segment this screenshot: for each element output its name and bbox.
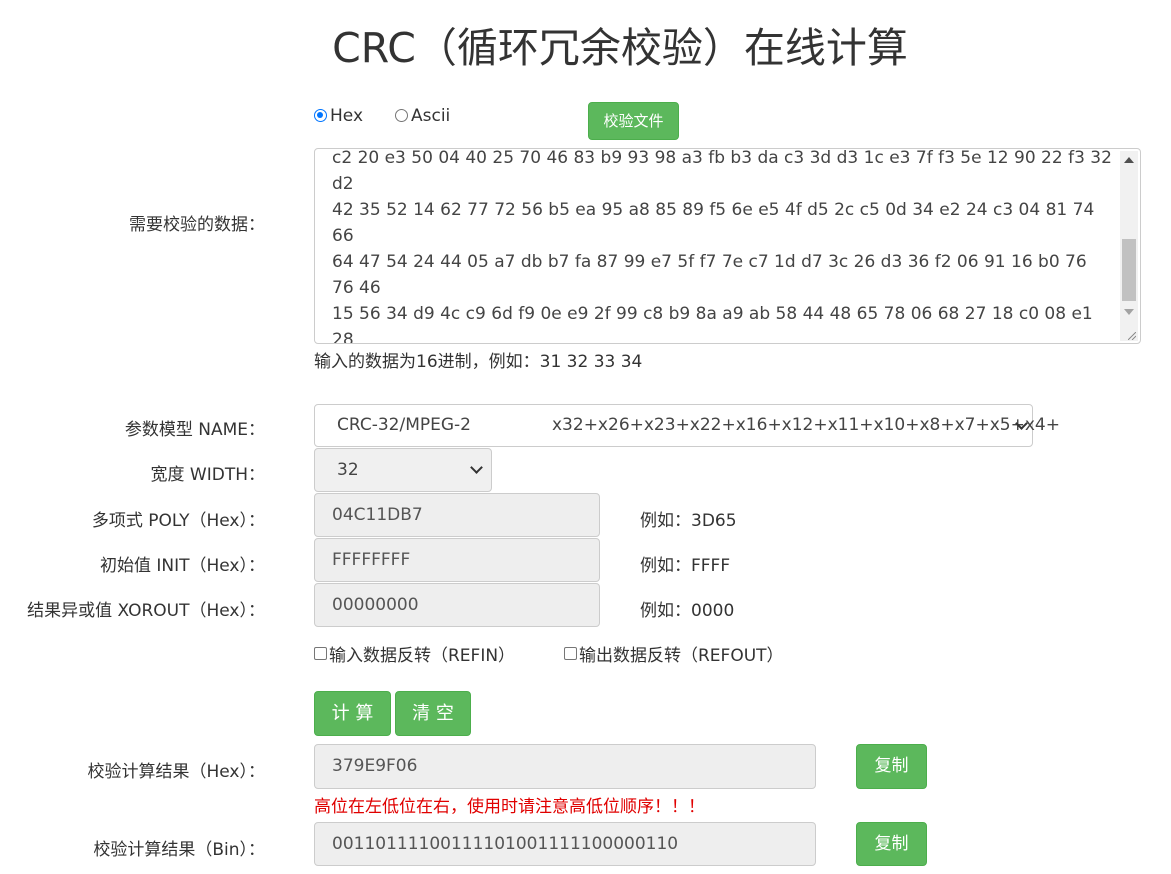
ascii-radio-label[interactable]: Ascii (411, 106, 450, 126)
scroll-thumb[interactable] (1122, 239, 1136, 301)
order-warning: 高位在左低位在右，使用时请注意高低位顺序！！！ (314, 797, 705, 817)
format-radio-group: Hex (314, 106, 363, 126)
xorout-example: 例如：0000 (640, 601, 735, 621)
clear-button[interactable]: 清 空 (395, 691, 471, 736)
refout-label[interactable]: 输出数据反转（REFOUT） (579, 646, 784, 666)
calculate-button[interactable]: 计 算 (314, 691, 391, 736)
init-label: 初始值 INIT（Hex）： (99, 556, 265, 576)
result-hex-label: 校验计算结果（Hex）： (87, 762, 265, 782)
width-label: 宽度 WIDTH： (150, 465, 265, 485)
ascii-radio[interactable] (395, 109, 408, 122)
resize-grip-icon[interactable] (1128, 332, 1136, 340)
poly-label: 多项式 POLY（Hex）： (91, 511, 265, 531)
width-value: 32 (337, 460, 359, 480)
model-select[interactable]: CRC-32/MPEG-2 x32+x26+x23+x22+x16+x12+x1… (314, 404, 1060, 447)
hex-radio[interactable] (314, 109, 327, 122)
data-hint: 输入的数据为16进制，例如：31 32 33 34 (314, 352, 643, 372)
refin-option: 输入数据反转（REFIN） (314, 641, 515, 666)
ascii-radio-wrap: Ascii (395, 106, 450, 126)
refout-option: 输出数据反转（REFOUT） (564, 641, 784, 666)
data-textarea-content: c2 20 e3 50 04 40 25 70 46 83 b9 93 98 a… (332, 148, 1112, 344)
copy-hex-button[interactable]: 复制 (856, 744, 927, 789)
model-poly-formula: x32+x26+x23+x22+x16+x12+x11+x10+x8+x7+x5… (552, 415, 1060, 435)
init-example: 例如：FFFF (640, 556, 731, 576)
hex-radio-label[interactable]: Hex (330, 106, 363, 126)
refout-checkbox[interactable] (564, 647, 577, 660)
data-textarea[interactable]: c2 20 e3 50 04 40 25 70 46 83 b9 93 98 a… (314, 148, 1141, 344)
model-label: 参数模型 NAME： (124, 420, 265, 440)
poly-example: 例如：3D65 (640, 511, 737, 531)
width-select[interactable]: 32 (314, 448, 492, 492)
scroll-down-arrow-icon[interactable] (1124, 309, 1134, 315)
poly-input[interactable]: 04C11DB7 (314, 493, 600, 537)
result-bin-label: 校验计算结果（Bin）： (93, 840, 265, 860)
verify-file-button[interactable]: 校验文件 (588, 102, 679, 140)
result-bin-output[interactable]: 00110111100111101001111100000110 (314, 822, 816, 866)
page-title: CRC（循环冗余校验）在线计算 (332, 24, 908, 72)
data-label: 需要校验的数据： (129, 215, 265, 235)
init-input[interactable]: FFFFFFFF (314, 538, 600, 582)
xorout-input[interactable]: 00000000 (314, 583, 600, 627)
refin-label[interactable]: 输入数据反转（REFIN） (329, 646, 515, 666)
copy-bin-button[interactable]: 复制 (856, 822, 927, 866)
textarea-scrollbar[interactable] (1120, 151, 1138, 341)
scroll-up-arrow-icon[interactable] (1124, 157, 1134, 163)
xorout-label: 结果异或值 XOROUT（Hex）： (27, 601, 265, 621)
result-hex-output[interactable]: 379E9F06 (314, 744, 816, 789)
model-name: CRC-32/MPEG-2 (337, 415, 471, 435)
chevron-down-icon (470, 461, 483, 474)
refin-checkbox[interactable] (314, 647, 327, 660)
